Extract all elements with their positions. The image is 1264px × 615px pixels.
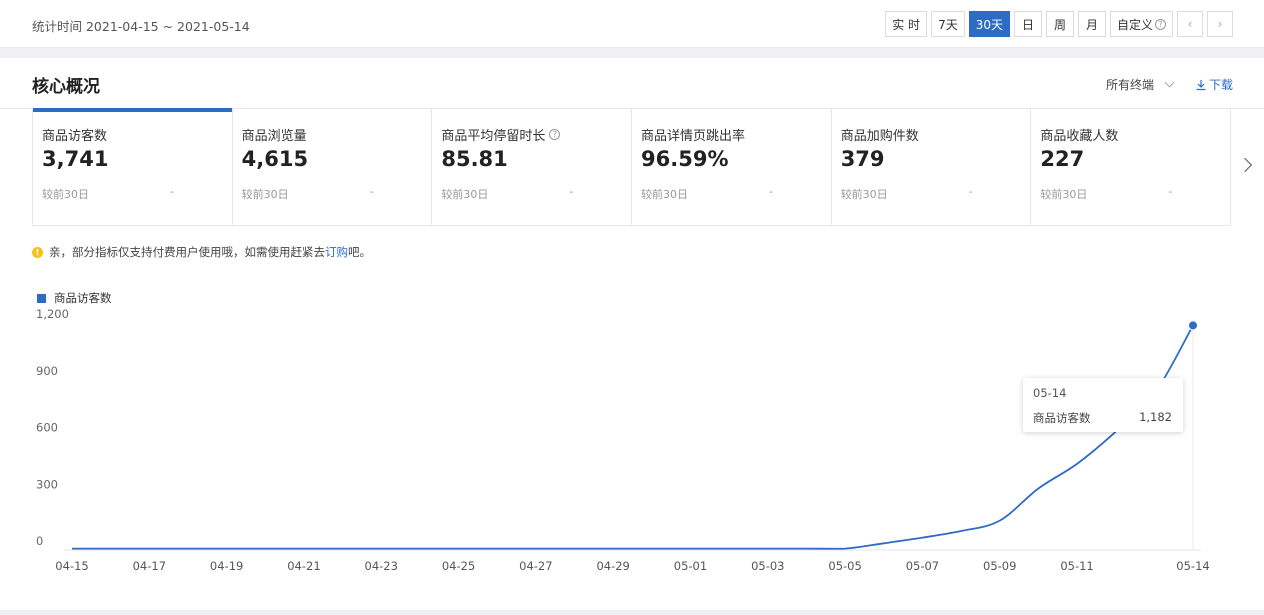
time-range-selector: 实 时 7天 30天 日 周 月 自定义 ? ‹ ›: [885, 11, 1233, 37]
x-tick-label: 05-05: [828, 559, 861, 573]
x-tick-label: 05-11: [1060, 559, 1093, 573]
x-tick-label: 05-14: [1176, 559, 1209, 573]
range-custom-button[interactable]: 自定义 ?: [1109, 11, 1173, 37]
x-tick-label: 04-17: [133, 559, 166, 573]
x-tick-label: 04-25: [442, 559, 475, 573]
range-realtime-button[interactable]: 实 时: [885, 11, 928, 37]
x-tick-label: 04-27: [519, 559, 552, 573]
range-7day-button[interactable]: 7天: [931, 11, 965, 37]
chevron-right-icon: ›: [1217, 17, 1223, 31]
data-point-highlight[interactable]: [1188, 320, 1198, 331]
x-tick-label: 04-21: [287, 559, 320, 573]
y-tick-label: 300: [36, 477, 58, 491]
y-tick-label: 0: [36, 534, 43, 548]
x-tick-label: 05-07: [906, 559, 939, 573]
range-week-button[interactable]: 周: [1045, 11, 1074, 37]
x-tick-label: 04-19: [210, 559, 243, 573]
x-tick-label: 04-29: [596, 559, 629, 573]
y-tick-label: 900: [36, 364, 58, 378]
prev-period-button[interactable]: ‹: [1177, 11, 1203, 37]
visitors-line-chart: 0 300 600 900 1,200 04-15 04-17 04-19 04-21 04-23…: [36, 307, 1210, 573]
tooltip-date: 05-14: [1033, 386, 1067, 400]
range-month-button[interactable]: 月: [1077, 11, 1106, 37]
next-period-button[interactable]: ›: [1207, 11, 1233, 37]
x-tick-label: 05-01: [674, 559, 707, 573]
chart-tooltip: 05-14 商品访客数 1,182: [1023, 378, 1183, 432]
x-tick-label: 04-15: [55, 559, 88, 573]
range-day-button[interactable]: 日: [1013, 11, 1042, 37]
tooltip-value: 1,182: [1139, 410, 1172, 424]
question-circle-icon: ?: [1155, 18, 1166, 30]
date-range-label: 统计时间 2021-04-15 ~ 2021-05-14: [32, 19, 250, 34]
x-tick-label: 05-03: [751, 559, 784, 573]
range-30day-button[interactable]: 30天: [968, 11, 1010, 37]
y-tick-label: 1,200: [36, 307, 69, 321]
tooltip-series-name: 商品访客数: [1033, 411, 1091, 425]
chevron-left-icon: ‹: [1187, 17, 1193, 31]
range-custom-label: 自定义: [1116, 17, 1153, 32]
x-tick-label: 05-09: [983, 559, 1016, 573]
x-tick-label: 04-23: [365, 559, 398, 573]
y-tick-label: 600: [36, 421, 58, 435]
series-line-visitors: [71, 324, 1194, 550]
toolbar: 统计时间 2021-04-15 ~ 2021-05-14 实 时 7天 30天 …: [0, 0, 1264, 48]
